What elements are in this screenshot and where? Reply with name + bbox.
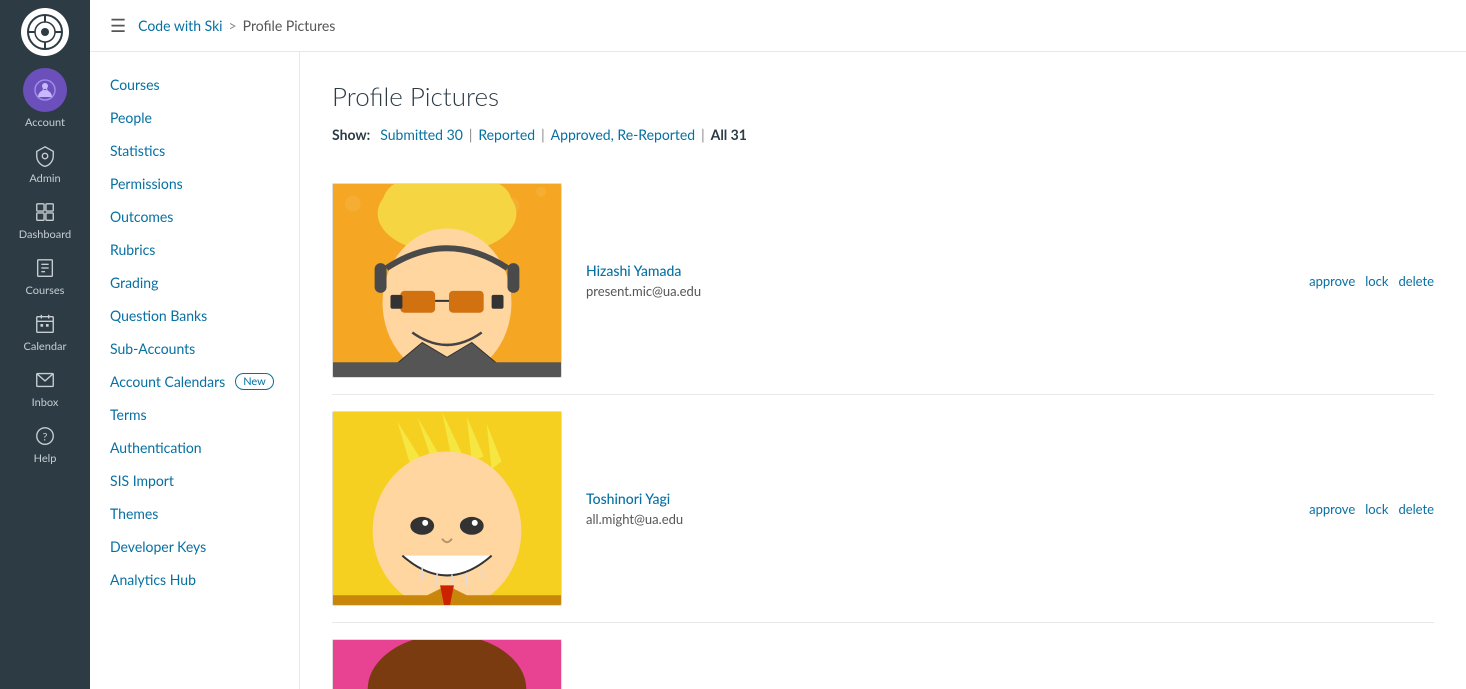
nav-rail: Account Admin Dashboard xyxy=(0,0,90,689)
breadcrumb-current-page: Profile Pictures xyxy=(243,17,336,34)
sidebar-developer-keys-label: Developer Keys xyxy=(110,538,206,555)
nav-item-courses[interactable]: Courses xyxy=(0,249,90,305)
profile-name-toshinori: Toshinori Yagi xyxy=(586,490,1285,507)
hamburger-menu[interactable]: ☰ xyxy=(110,14,126,37)
filter-sep-3: | xyxy=(701,126,705,143)
delete-toshinori-button[interactable]: delete xyxy=(1398,501,1434,517)
lock-toshinori-button[interactable]: lock xyxy=(1365,501,1388,517)
sidebar-item-outcomes[interactable]: Outcomes xyxy=(90,200,299,233)
sidebar-item-rubrics[interactable]: Rubrics xyxy=(90,233,299,266)
sidebar-people-label: People xyxy=(110,109,152,126)
sidebar-item-permissions[interactable]: Permissions xyxy=(90,167,299,200)
sidebar-item-grading[interactable]: Grading xyxy=(90,266,299,299)
nav-item-help[interactable]: ? Help xyxy=(0,417,90,473)
sidebar-account-calendars-label: Account Calendars xyxy=(110,373,225,390)
sidebar-item-statistics[interactable]: Statistics xyxy=(90,134,299,167)
sidebar-item-courses[interactable]: Courses xyxy=(90,68,299,101)
profile-item-toshinori: Toshinori Yagi all.might@ua.edu approve … xyxy=(332,395,1434,623)
sidebar-authentication-label: Authentication xyxy=(110,439,202,456)
nav-admin-label: Admin xyxy=(29,172,60,185)
sidebar-question-banks-label: Question Banks xyxy=(110,307,207,324)
profile-info-hizashi: Hizashi Yamada present.mic@ua.edu xyxy=(586,262,1285,299)
sidebar-sis-import-label: SIS Import xyxy=(110,472,174,489)
sidebar-grading-label: Grading xyxy=(110,274,158,291)
filter-submitted[interactable]: Submitted 30 xyxy=(380,126,463,143)
profile-item-unknown xyxy=(332,623,1434,689)
inbox-icon xyxy=(34,369,56,394)
profile-item-hizashi: Hizashi Yamada present.mic@ua.edu approv… xyxy=(332,167,1434,395)
filter-sep-1: | xyxy=(469,126,473,143)
breadcrumb: Code with Ski > Profile Pictures xyxy=(138,17,335,34)
nav-help-label: Help xyxy=(34,452,57,465)
sidebar-item-account-calendars[interactable]: Account Calendars New xyxy=(90,365,299,398)
profile-image-hizashi xyxy=(332,183,562,378)
breadcrumb-site-link[interactable]: Code with Ski xyxy=(138,17,222,34)
profile-image-toshinori xyxy=(332,411,562,606)
nav-item-inbox[interactable]: Inbox xyxy=(0,361,90,417)
sidebar-item-sub-accounts[interactable]: Sub-Accounts xyxy=(90,332,299,365)
nav-dashboard-label: Dashboard xyxy=(19,228,71,241)
main-area: ☰ Code with Ski > Profile Pictures Cours… xyxy=(90,0,1466,689)
sidebar-analytics-hub-label: Analytics Hub xyxy=(110,571,196,588)
sidebar-statistics-label: Statistics xyxy=(110,142,165,159)
filter-approved-re-reported[interactable]: Approved, Re-Reported xyxy=(551,126,695,143)
top-header: ☰ Code with Ski > Profile Pictures xyxy=(90,0,1466,52)
sidebar-rubrics-label: Rubrics xyxy=(110,241,155,258)
profile-list: Hizashi Yamada present.mic@ua.edu approv… xyxy=(332,167,1434,689)
nav-item-dashboard[interactable]: Dashboard xyxy=(0,193,90,249)
breadcrumb-separator: > xyxy=(229,17,237,34)
dashboard-icon xyxy=(34,201,56,226)
filter-reported[interactable]: Reported xyxy=(478,126,535,143)
nav-account-label: Account xyxy=(25,116,65,129)
account-avatar xyxy=(23,68,67,112)
sidebar-item-question-banks[interactable]: Question Banks xyxy=(90,299,299,332)
filter-all[interactable]: All 31 xyxy=(711,126,747,143)
profile-actions-toshinori: approve lock delete xyxy=(1309,501,1434,517)
sidebar-themes-label: Themes xyxy=(110,505,158,522)
profile-name-hizashi: Hizashi Yamada xyxy=(586,262,1285,279)
sidebar-terms-label: Terms xyxy=(110,406,147,423)
content-area: Profile Pictures Show: Submitted 30 | Re… xyxy=(300,52,1466,689)
sidebar: Courses People Statistics Permissions Ou… xyxy=(90,52,300,689)
admin-icon xyxy=(34,145,56,170)
show-label: Show: xyxy=(332,126,370,143)
profile-info-toshinori: Toshinori Yagi all.might@ua.edu xyxy=(586,490,1285,527)
approve-hizashi-button[interactable]: approve xyxy=(1309,273,1355,289)
sidebar-item-sis-import[interactable]: SIS Import xyxy=(90,464,299,497)
body-area: Courses People Statistics Permissions Ou… xyxy=(90,52,1466,689)
sidebar-item-authentication[interactable]: Authentication xyxy=(90,431,299,464)
sidebar-item-people[interactable]: People xyxy=(90,101,299,134)
help-icon: ? xyxy=(34,425,56,450)
svg-text:?: ? xyxy=(43,431,48,444)
page-title: Profile Pictures xyxy=(332,80,1434,112)
nav-item-admin[interactable]: Admin xyxy=(0,137,90,193)
profile-actions-hizashi: approve lock delete xyxy=(1309,273,1434,289)
approve-toshinori-button[interactable]: approve xyxy=(1309,501,1355,517)
nav-item-account[interactable]: Account xyxy=(0,60,90,137)
sidebar-sub-accounts-label: Sub-Accounts xyxy=(110,340,195,357)
sidebar-permissions-label: Permissions xyxy=(110,175,183,192)
filter-sep-2: | xyxy=(541,126,545,143)
sidebar-outcomes-label: Outcomes xyxy=(110,208,173,225)
new-badge: New xyxy=(235,373,274,390)
nav-inbox-label: Inbox xyxy=(32,396,59,409)
profile-email-toshinori: all.might@ua.edu xyxy=(586,511,1285,527)
courses-icon xyxy=(34,257,56,282)
sidebar-item-terms[interactable]: Terms xyxy=(90,398,299,431)
sidebar-item-developer-keys[interactable]: Developer Keys xyxy=(90,530,299,563)
calendar-icon xyxy=(34,313,56,338)
sidebar-courses-label: Courses xyxy=(110,76,160,93)
sidebar-item-themes[interactable]: Themes xyxy=(90,497,299,530)
lock-hizashi-button[interactable]: lock xyxy=(1365,273,1388,289)
nav-courses-label: Courses xyxy=(26,284,65,297)
show-filter-bar: Show: Submitted 30 | Reported | Approved… xyxy=(332,126,1434,143)
nav-calendar-label: Calendar xyxy=(24,340,67,353)
delete-hizashi-button[interactable]: delete xyxy=(1398,273,1434,289)
nav-item-calendar[interactable]: Calendar xyxy=(0,305,90,361)
sidebar-item-analytics-hub[interactable]: Analytics Hub xyxy=(90,563,299,596)
app-logo xyxy=(21,8,69,56)
profile-image-unknown xyxy=(332,639,562,689)
profile-email-hizashi: present.mic@ua.edu xyxy=(586,283,1285,299)
